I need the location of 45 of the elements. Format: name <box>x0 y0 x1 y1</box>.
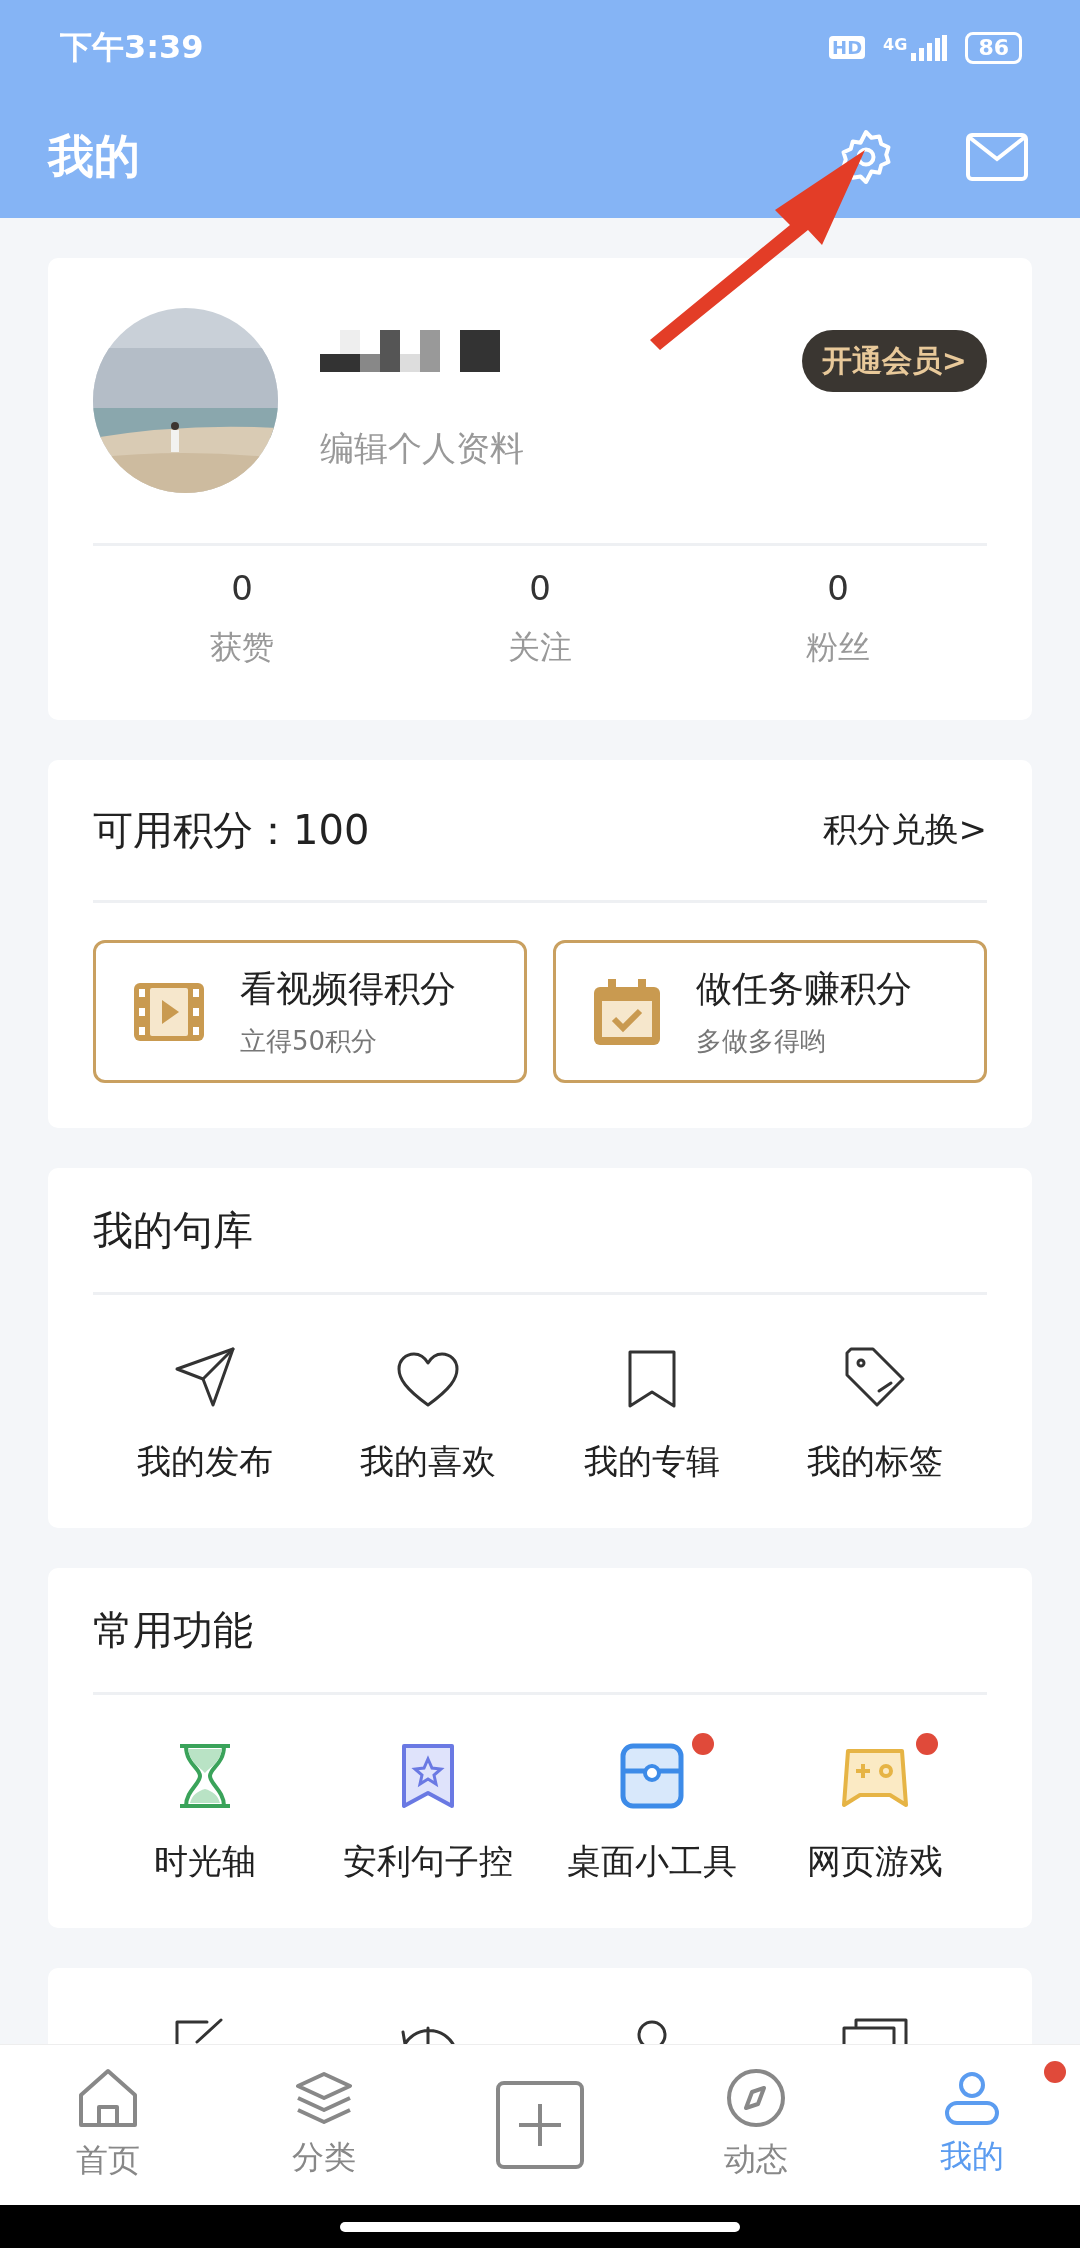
home-icon <box>77 2067 139 2129</box>
nav-tab[interactable]: 首页 <box>0 2045 216 2205</box>
stat-value: 0 <box>231 568 253 608</box>
page-title: 我的 <box>48 127 141 185</box>
section-title: 常用功能 <box>93 1568 987 1695</box>
home-indicator[interactable] <box>340 2221 740 2232</box>
film-icon <box>134 982 204 1041</box>
feature-label[interactable]: 我的标签 <box>807 1439 944 1485</box>
stat-label: 获赞 <box>210 627 274 668</box>
stat-label: 粉丝 <box>806 627 870 668</box>
feature-label[interactable]: 桌面小工具 <box>566 1839 737 1885</box>
feature-label[interactable]: 我的发布 <box>136 1439 273 1485</box>
stat-value: 0 <box>529 568 551 608</box>
plus-icon <box>517 2102 563 2148</box>
stat-label: 关注 <box>508 627 572 668</box>
feature-label[interactable]: 我的喜欢 <box>360 1439 497 1485</box>
points-exchange-link[interactable]: 积分兑换> <box>822 807 987 853</box>
task-button[interactable]: 做任务赚积分 多做多得哟 <box>553 940 987 1083</box>
add-button[interactable] <box>496 2081 584 2169</box>
feature-label[interactable]: 我的专辑 <box>583 1439 720 1485</box>
copy-icon <box>842 2018 909 2045</box>
stat-value: 0 <box>827 568 849 608</box>
heart-icon <box>396 1351 461 1409</box>
signal-icon <box>911 34 948 61</box>
battery-level: 86 <box>965 31 1022 64</box>
calendar-check-icon <box>594 978 660 1045</box>
status-time: 下午3:39 <box>60 26 205 68</box>
toolbox-icon <box>619 1743 684 1809</box>
gamepad-icon <box>842 1747 909 1809</box>
star-badge-icon <box>401 1743 456 1809</box>
points-balance: 可用积分：100 <box>93 805 371 855</box>
nav-tab[interactable]: 动态 <box>648 2045 864 2205</box>
bookmark-icon <box>626 1349 677 1409</box>
section-title: 我的句库 <box>93 1168 987 1295</box>
vip-button[interactable]: 开通会员> <box>801 330 987 392</box>
hourglass-icon <box>177 1743 232 1809</box>
feature-label[interactable]: 安利句子控 <box>343 1839 514 1885</box>
feature-label[interactable]: 时光轴 <box>153 1839 256 1885</box>
feature-label[interactable]: 网页游戏 <box>807 1839 944 1885</box>
compass-icon <box>726 2068 786 2128</box>
hd-indicator: HD <box>829 36 866 59</box>
layers-icon <box>296 2070 352 2126</box>
network-type: 4G <box>883 34 908 54</box>
nav-tab[interactable]: 分类 <box>216 2045 432 2205</box>
task-button[interactable]: 看视频得积分 立得50积分 <box>93 940 527 1083</box>
